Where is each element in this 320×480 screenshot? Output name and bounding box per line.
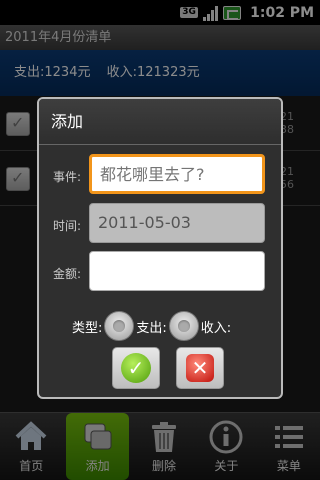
cancel-button[interactable]: ✕	[176, 347, 224, 389]
type-row: 类型: 支出: 收入:	[72, 311, 231, 341]
radio-expense-label: 支出:	[136, 320, 167, 336]
confirm-button[interactable]: ✓	[112, 347, 160, 389]
checkmark-icon: ✓	[121, 353, 151, 383]
radio-income[interactable]	[168, 311, 199, 341]
type-label: 类型:	[72, 320, 103, 336]
event-label: 事件:	[53, 170, 82, 184]
time-label: 时间:	[53, 219, 82, 233]
time-field[interactable]: 2011-05-03	[89, 203, 265, 243]
amount-label: 金额:	[53, 267, 82, 281]
radio-income-label: 收入:	[200, 320, 232, 336]
dialog-title: 添加	[39, 99, 281, 145]
radio-expense[interactable]	[104, 311, 135, 341]
event-input[interactable]	[89, 154, 265, 194]
close-icon: ✕	[186, 354, 214, 382]
add-dialog: 添加 事件: 时间: 2011-05-03 金额: 类型: 支出: 收入: ✓ …	[37, 97, 283, 399]
amount-input[interactable]	[89, 251, 265, 291]
